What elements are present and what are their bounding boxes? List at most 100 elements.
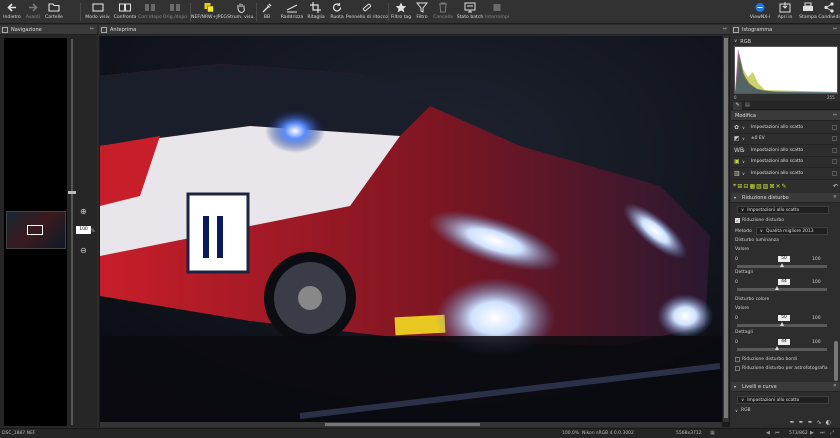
edge-noise-checkbox[interactable]: [735, 357, 740, 362]
hand-tool-button[interactable]: Strum. visu.: [227, 1, 255, 23]
preview-v-scrollbar[interactable]: [723, 36, 729, 422]
view-mode-button[interactable]: Modo visiv.: [85, 1, 111, 23]
adjust-row-value[interactable]: ±0 EV: [748, 135, 832, 143]
zoom-slider-handle[interactable]: [68, 191, 76, 194]
fullscreen-icon[interactable]: ⤢: [830, 430, 834, 436]
tag-filter-button[interactable]: Filtro tag: [391, 1, 411, 23]
distortion-icon[interactable]: ⊠: [769, 183, 774, 190]
noise-checkbox[interactable]: ✓: [735, 218, 740, 223]
navigator-thumbnail[interactable]: [6, 211, 66, 249]
astro-noise-row[interactable]: Riduzione disturbo per astrofotografia: [735, 366, 828, 371]
prev-image-icon[interactable]: ◀: [766, 430, 770, 436]
batch-status-button[interactable]: Stato batch: [457, 1, 483, 23]
tab-info-icon[interactable]: ▤: [743, 102, 752, 110]
row-checkbox[interactable]: [832, 147, 837, 153]
slider-handle[interactable]: [780, 263, 784, 267]
auto-levels-icon[interactable]: ◐: [826, 419, 831, 426]
preview-area[interactable]: [99, 36, 730, 427]
astro-noise-checkbox[interactable]: [735, 366, 740, 371]
right-panel-scrollbar[interactable]: [834, 341, 838, 381]
straighten-button[interactable]: Raddrizza: [280, 1, 304, 23]
viewnx-button[interactable]: ViewNX-i: [749, 1, 771, 23]
forward-button[interactable]: Avanti: [24, 1, 42, 23]
original-after-button[interactable]: Orig./dopo: [163, 1, 187, 23]
adjust-row-value[interactable]: Impostazioni allo scatto: [748, 169, 832, 177]
filter-button[interactable]: Filtro: [414, 1, 430, 23]
zoom-out-icon[interactable]: ⊖: [80, 246, 87, 255]
slider-handle[interactable]: [780, 322, 784, 326]
adjust-row-value[interactable]: Impostazioni allo scatto: [748, 146, 832, 154]
lch-icon[interactable]: ▦: [749, 183, 755, 190]
undo-icon[interactable]: ↶: [833, 183, 838, 190]
white-balance-button[interactable]: BB: [259, 1, 275, 23]
share-button[interactable]: Condividi: [818, 1, 840, 23]
before-after-button[interactable]: Corr./dopo: [138, 1, 162, 23]
row-checkbox[interactable]: [832, 170, 837, 176]
levels-preset-select[interactable]: ∨ Impostazioni allo scatto: [737, 396, 829, 404]
first-image-icon[interactable]: ⏮: [775, 430, 780, 436]
h-scrollbar-thumb[interactable]: [325, 423, 480, 426]
lens-correction-icon[interactable]: ⌖: [733, 182, 736, 190]
lum-value-field[interactable]: 50: [778, 256, 790, 262]
navigator-view-rect[interactable]: [27, 225, 43, 235]
v-scrollbar-thumb[interactable]: [724, 38, 728, 418]
zoom-in-icon[interactable]: ⊕: [80, 207, 87, 216]
lum-detail-field[interactable]: 44: [778, 279, 790, 285]
row-checkbox[interactable]: [832, 159, 837, 165]
edge-noise-row[interactable]: Riduzione disturbo bordi: [735, 357, 797, 362]
unsharp-icon[interactable]: ▧: [756, 183, 762, 190]
curve-point-icon[interactable]: ∿: [817, 419, 822, 426]
histogram-channel-select[interactable]: ∨ RGB: [734, 38, 779, 45]
lum-value-slider[interactable]: [737, 263, 827, 268]
noise-preset-select[interactable]: ∨ Impostazioni allo scatto: [737, 206, 829, 214]
pin-icon[interactable]: ⇔: [833, 26, 837, 32]
back-button[interactable]: Indietro: [3, 1, 21, 23]
eyedropper-white-icon[interactable]: ✒: [808, 419, 813, 426]
tab-adjust-icon[interactable]: ✎: [733, 102, 742, 110]
eyedropper-black-icon[interactable]: ✒: [790, 419, 795, 426]
adjust-row-value[interactable]: Impostazioni allo scatto: [748, 123, 832, 131]
close-icon[interactable]: ✕: [833, 383, 837, 389]
lum-detail-slider[interactable]: [737, 286, 827, 291]
rotate-button[interactable]: Ruota: [328, 1, 346, 23]
collapse-icon[interactable]: ▾: [734, 384, 736, 389]
folders-button[interactable]: Cartelle: [45, 1, 63, 23]
pin-icon[interactable]: ⇔: [833, 112, 837, 118]
next-image-icon[interactable]: ▶: [810, 430, 814, 436]
col-detail-field[interactable]: 44: [778, 339, 790, 345]
pin-icon[interactable]: ⇔: [90, 26, 94, 32]
retouch-icon[interactable]: ✕: [776, 183, 781, 190]
collapse-icon[interactable]: ▾: [734, 195, 736, 200]
grid-icon[interactable]: ▦: [710, 430, 715, 436]
last-image-icon[interactable]: ⏭: [820, 430, 825, 436]
zoom-value-field[interactable]: 100: [76, 226, 91, 234]
print-button[interactable]: Stampa: [798, 1, 818, 23]
slider-handle[interactable]: [775, 286, 779, 290]
stop-button[interactable]: Interrompi: [485, 1, 509, 23]
pin-icon[interactable]: ⇔: [723, 26, 727, 32]
col-value-field[interactable]: 50: [778, 315, 790, 321]
crop-button[interactable]: Ritaglia: [306, 1, 326, 23]
levels-channel-select[interactable]: ∨ RGB: [735, 408, 765, 413]
noise-checkbox-row[interactable]: ✓ Riduzione disturbo: [735, 218, 784, 223]
col-detail-slider[interactable]: [737, 346, 827, 351]
row-checkbox[interactable]: [832, 124, 837, 130]
nef-jpeg-button[interactable]: NEF/NRW+JPEG: [191, 1, 227, 23]
close-icon[interactable]: ✕: [833, 194, 837, 200]
retouch-brush-button[interactable]: Pennello di ritocco: [346, 1, 388, 23]
preview-h-scrollbar[interactable]: [100, 422, 722, 427]
navigation-viewport[interactable]: [4, 38, 67, 426]
eyedropper-gray-icon[interactable]: ✒: [799, 419, 804, 426]
noise-icon[interactable]: ▨: [763, 183, 769, 190]
zoom-slider-track[interactable]: [71, 39, 73, 425]
delete-button[interactable]: Cancella: [433, 1, 453, 23]
color-booster-icon[interactable]: ⊟: [743, 183, 748, 190]
method-select[interactable]: ∨ Qualità migliore 2013: [755, 227, 828, 235]
compare-button[interactable]: Confronta: [113, 1, 137, 23]
row-checkbox[interactable]: [832, 136, 837, 142]
slider-handle[interactable]: [775, 346, 779, 350]
col-value-slider[interactable]: [737, 322, 827, 327]
brush-icon[interactable]: ✎: [782, 183, 787, 190]
adjust-row-value[interactable]: Impostazioni allo scatto: [748, 158, 832, 166]
open-in-button[interactable]: Apri in: [775, 1, 795, 23]
